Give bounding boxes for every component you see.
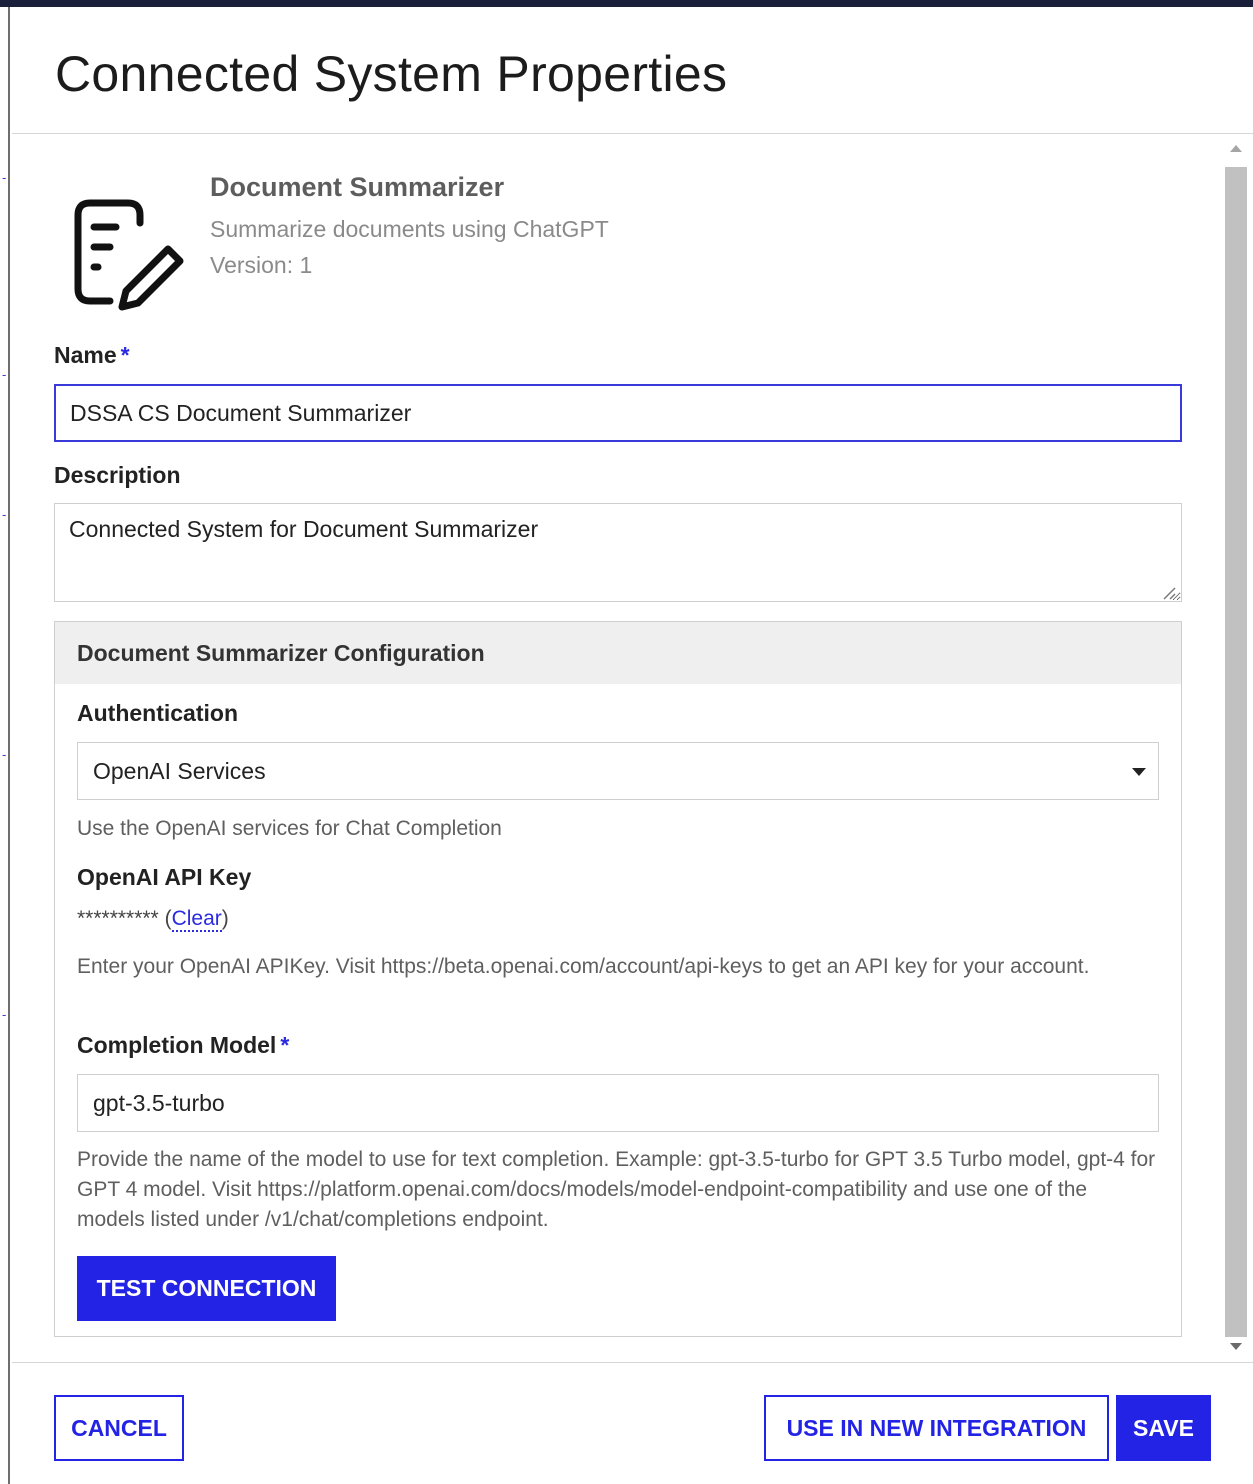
authentication-label: Authentication — [77, 700, 238, 726]
dialog-header: Connected System Properties — [12, 7, 1253, 134]
clear-link-open-paren: ( — [164, 907, 172, 930]
api-key-masked-value: ********** — [77, 907, 159, 930]
edge-fragment: - — [2, 170, 7, 185]
plugin-description: Summarize documents using ChatGPT — [210, 216, 609, 242]
scroll-up-arrow-icon[interactable] — [1230, 145, 1242, 152]
configuration-panel: Document Summarizer Configuration Authen… — [54, 621, 1182, 1337]
configuration-panel-title: Document Summarizer Configuration — [77, 640, 485, 666]
name-input[interactable] — [54, 384, 1182, 442]
scrollbar-thumb[interactable] — [1225, 167, 1247, 1337]
background-left-edge: - - - - - — [0, 7, 10, 1484]
required-marker: * — [280, 1032, 290, 1058]
edge-fragment: - — [2, 1007, 7, 1022]
api-key-help-text: Enter your OpenAI APIKey. Visit https://… — [77, 955, 1090, 978]
dialog-footer: CANCEL USE IN NEW INTEGRATION SAVE — [12, 1362, 1253, 1484]
authentication-select[interactable]: OpenAI Services — [77, 742, 1159, 800]
connected-system-dialog: Connected System Properties Document Sum… — [12, 7, 1253, 1484]
api-key-label: OpenAI API Key — [77, 864, 252, 890]
document-edit-icon — [74, 199, 184, 311]
cancel-button[interactable]: CANCEL — [54, 1395, 184, 1461]
authentication-help-text: Use the OpenAI services for Chat Complet… — [77, 817, 502, 840]
vertical-scrollbar[interactable] — [1225, 145, 1247, 1352]
edge-fragment: - — [2, 507, 7, 522]
clear-link-close-paren: ) — [221, 907, 229, 930]
dialog-title: Connected System Properties — [55, 46, 728, 102]
use-in-new-integration-button[interactable]: USE IN NEW INTEGRATION — [764, 1395, 1109, 1461]
name-label-text: Name — [54, 342, 117, 368]
caret-down-icon — [1132, 768, 1146, 776]
plugin-version: Version: 1 — [210, 252, 313, 278]
edge-fragment: - — [2, 367, 7, 382]
edge-fragment: - — [2, 747, 7, 762]
save-button[interactable]: SAVE — [1116, 1395, 1211, 1461]
configuration-panel-header: Document Summarizer Configuration — [55, 622, 1181, 684]
api-key-value-row: ********** (Clear) — [77, 907, 229, 932]
description-textarea[interactable]: Connected System for Document Summarizer — [54, 503, 1182, 602]
completion-model-input[interactable] — [77, 1074, 1159, 1132]
authentication-selected-value: OpenAI Services — [93, 758, 266, 784]
plugin-name: Document Summarizer — [210, 172, 505, 202]
background-top-strip — [0, 0, 1253, 7]
scroll-down-arrow-icon[interactable] — [1230, 1343, 1242, 1350]
test-connection-button[interactable]: TEST CONNECTION — [77, 1256, 336, 1321]
api-key-clear-link[interactable]: Clear — [171, 907, 222, 932]
dialog-body: Document Summarizer Summarize documents … — [12, 135, 1253, 1362]
completion-model-help-text: Provide the name of the model to use for… — [77, 1148, 1156, 1231]
completion-model-label: Completion Model * — [77, 1032, 289, 1059]
name-label: Name * — [54, 342, 130, 369]
resize-grip-icon[interactable] — [1162, 586, 1176, 600]
description-label: Description — [54, 462, 181, 488]
required-marker: * — [120, 342, 130, 368]
completion-model-label-text: Completion Model — [77, 1032, 277, 1058]
